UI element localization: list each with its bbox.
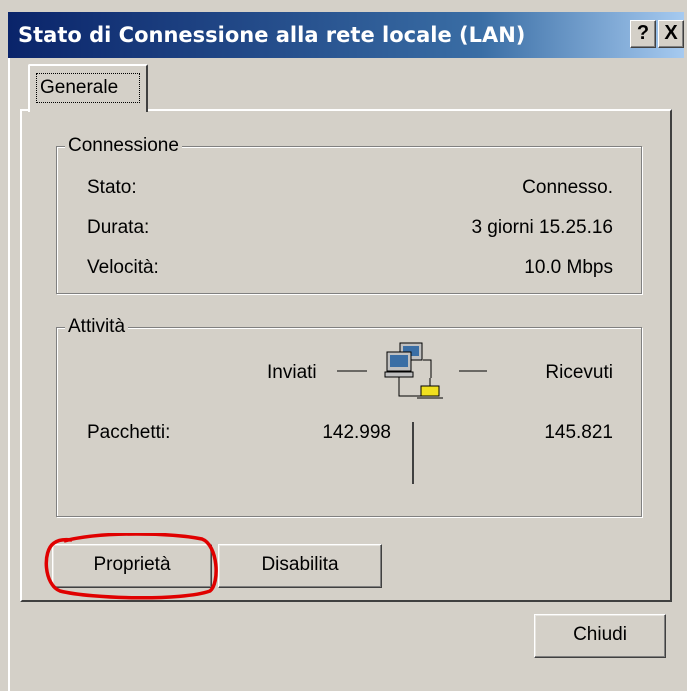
- status-label: Stato:: [87, 177, 137, 198]
- activity-legend: Attività: [65, 316, 129, 338]
- activity-group: Attività Inviati Ricevuti Pacchetti: 142…: [56, 316, 642, 517]
- disable-button[interactable]: Disabilita: [218, 544, 382, 588]
- window-title: Stato di Connessione alla rete locale (L…: [18, 23, 526, 47]
- red-highlight-annotation: [44, 533, 218, 600]
- duration-label: Durata:: [87, 217, 150, 238]
- help-button[interactable]: ?: [630, 20, 656, 48]
- packets-received-value: 145.821: [544, 422, 613, 443]
- window-edge: [8, 58, 10, 691]
- speed-value: 10.0 Mbps: [524, 257, 613, 278]
- packets-label: Pacchetti:: [87, 422, 171, 443]
- duration-value: 3 giorni 15.25.16: [471, 217, 613, 238]
- connection-legend: Connessione: [65, 135, 182, 157]
- tab-generale[interactable]: Generale: [28, 64, 148, 112]
- title-bar[interactable]: Stato di Connessione alla rete locale (L…: [8, 12, 684, 58]
- close-window-button[interactable]: X: [658, 20, 684, 48]
- status-value: Connesso.: [522, 177, 613, 198]
- connection-group: Connessione Stato: Connesso. Durata: 3 g…: [56, 135, 642, 294]
- close-button[interactable]: Chiudi: [534, 614, 666, 658]
- speed-label: Velocità:: [87, 257, 159, 278]
- tab-label: Generale: [40, 77, 119, 98]
- network-computers-icon: [337, 342, 487, 484]
- connection-status-dialog: Stato di Connessione alla rete locale (L…: [0, 0, 687, 691]
- sent-label: Inviati: [267, 362, 317, 383]
- received-label: Ricevuti: [545, 362, 613, 383]
